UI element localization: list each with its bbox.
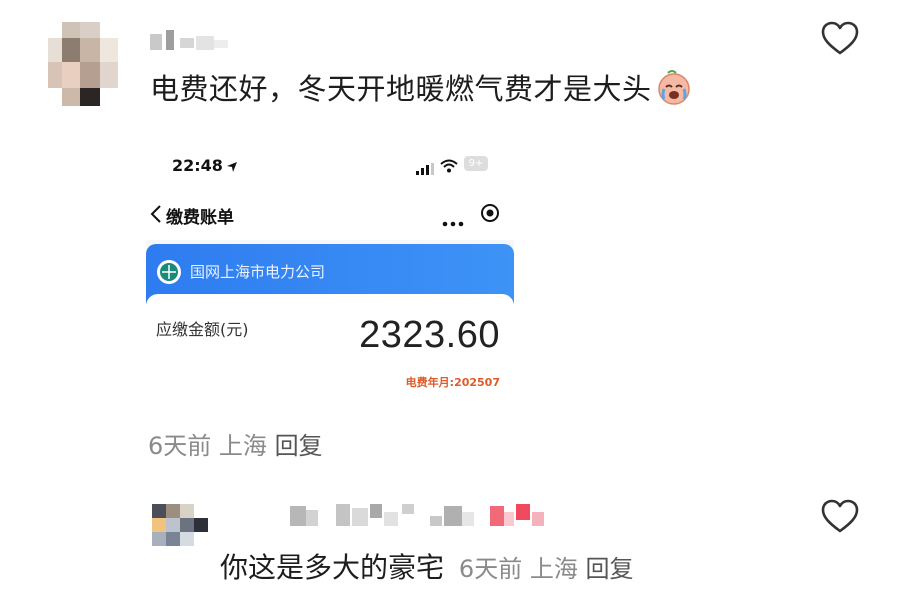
wifi-icon <box>440 158 458 177</box>
avatar[interactable] <box>48 18 118 106</box>
comment-time: 6天前 <box>148 432 212 460</box>
reply-like-button[interactable] <box>820 498 860 534</box>
reply-time: 6天前 <box>458 555 523 583</box>
comment-text: 电费还好，冬天开地暖燃气费才是大头 <box>150 66 694 108</box>
reply-reply-button[interactable]: 回复 <box>585 555 633 583</box>
username[interactable] <box>150 28 230 54</box>
battery-icon: 9+ <box>464 156 488 171</box>
heart-outline-icon <box>821 499 859 533</box>
reply-meta: 6天前 上海 回复 <box>459 555 634 583</box>
close-target-icon[interactable] <box>480 203 500 227</box>
reply-button[interactable]: 回复 <box>275 432 323 460</box>
like-button[interactable] <box>820 20 860 56</box>
billing-period: 电费年月:202507 <box>405 376 500 389</box>
reply-text-content: 你这是多大的豪宅 <box>220 551 445 584</box>
nav-title: 缴费账单 <box>166 208 234 228</box>
location-arrow-icon <box>226 158 238 177</box>
reply-username[interactable] <box>290 500 560 530</box>
battery-level: 9+ <box>468 158 484 169</box>
signal-icon <box>416 160 434 179</box>
heart-outline-icon <box>821 21 859 55</box>
reply-location: 上海 <box>529 555 578 583</box>
reply-avatar[interactable] <box>152 504 212 548</box>
status-time: 22:48 <box>172 156 223 175</box>
more-icon[interactable] <box>442 212 464 231</box>
status-bar: 22:48 9+ <box>146 140 514 190</box>
bill-card: 应缴金额(元) 2323.60 电费年月:202507 <box>146 294 514 402</box>
comment-meta: 6天前 上海 回复 <box>148 426 323 461</box>
grid-logo-icon <box>156 259 182 289</box>
crying-laughing-face-icon <box>654 67 694 107</box>
nav-bar: 缴费账单 <box>146 190 514 240</box>
bill-screenshot[interactable]: 22:48 9+ 缴费账单 国网上海市电力公司 应缴金额(元) 2323.60 … <box>146 140 514 402</box>
company-name: 国网上海市电力公司 <box>190 263 326 281</box>
due-label: 应缴金额(元) <box>156 320 249 339</box>
comment-text-content: 电费还好，冬天开地暖燃气费才是大头 <box>150 72 652 106</box>
comment-location: 上海 <box>218 432 267 460</box>
back-icon[interactable] <box>150 204 162 228</box>
reply-text: 你这是多大的豪宅 6天前 上海 回复 <box>220 546 633 586</box>
due-amount: 2323.60 <box>359 314 500 356</box>
